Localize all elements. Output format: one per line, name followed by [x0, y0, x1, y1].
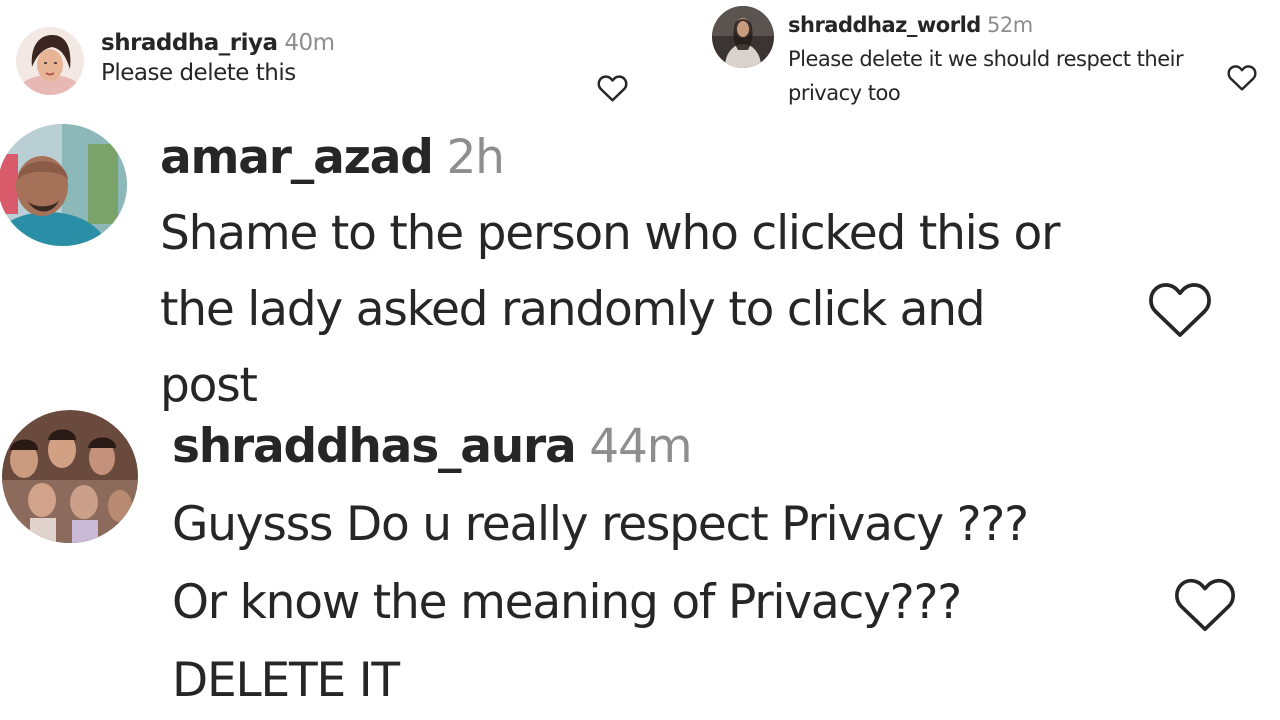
like-button[interactable] [596, 72, 629, 103]
comment-body: shraddhas_aura 44m Guysss Do u really re… [172, 408, 1132, 720]
timestamp: 2h [446, 130, 505, 185]
comments-screenshot: shraddha_riya 40m Please delete this shr… [0, 0, 1280, 720]
comment-item: shraddha_riya 40m Please delete this [0, 0, 660, 120]
comment-text: Guysss Do u really respect Privacy ??? O… [172, 497, 1029, 708]
avatar[interactable] [16, 27, 84, 95]
avatar[interactable] [2, 410, 138, 543]
like-button[interactable] [1170, 572, 1240, 634]
avatar[interactable] [712, 6, 774, 68]
comment-item: shraddhas_aura 44m Guysss Do u really re… [0, 406, 1280, 720]
comment-body: shraddha_riya 40m Please delete this [101, 28, 621, 88]
comment-body: amar_azad 2h Shame to the person who cli… [160, 120, 1090, 424]
avatar-image [16, 27, 84, 95]
comment-item: shraddhaz_world 52m Please delete it we … [700, 0, 1280, 120]
timestamp: 52m [987, 13, 1033, 37]
avatar-image [712, 6, 774, 68]
username[interactable]: amar_azad [160, 130, 434, 185]
heart-outline-icon [1149, 283, 1211, 337]
avatar[interactable] [0, 124, 127, 246]
comment-item: amar_azad 2h Shame to the person who cli… [0, 118, 1280, 413]
heart-outline-icon [1227, 65, 1257, 91]
username[interactable]: shraddhaz_world [788, 13, 981, 37]
avatar-image [2, 410, 138, 543]
comment-text: Please delete it we should respect their… [788, 47, 1184, 105]
username[interactable]: shraddha_riya [101, 30, 278, 56]
comment-text: Please delete this [101, 60, 296, 86]
timestamp: 40m [284, 30, 335, 56]
avatar-image [0, 124, 127, 246]
comment-body: shraddhaz_world 52m Please delete it we … [788, 8, 1208, 110]
like-button[interactable] [1144, 276, 1216, 340]
comment-text: Shame to the person who clicked this or … [160, 206, 1060, 413]
like-button[interactable] [1226, 62, 1258, 92]
heart-outline-icon [1175, 578, 1235, 632]
heart-outline-icon [597, 75, 628, 102]
username[interactable]: shraddhas_aura [172, 419, 577, 474]
timestamp: 44m [589, 419, 692, 474]
